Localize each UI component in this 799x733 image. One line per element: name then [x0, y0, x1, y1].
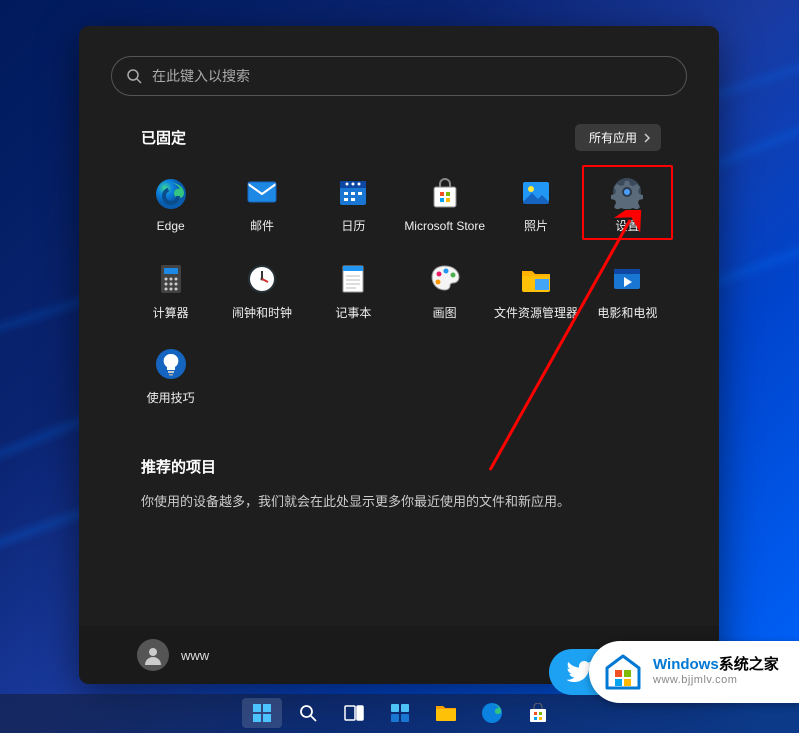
tile-file-explorer[interactable]: 文件资源管理器: [490, 254, 581, 325]
recommended-section: 推荐的项目 你使用的设备越多，我们就会在此处显示更多你最近使用的文件和新应用。: [141, 456, 657, 510]
watermark-title: Windows系统之家: [653, 656, 779, 674]
tile-movies-tv[interactable]: 电影和电视: [582, 254, 673, 325]
watermark-url: www.bjjmlv.com: [653, 674, 779, 687]
store-icon: [428, 177, 462, 211]
calendar-icon: [336, 175, 370, 209]
tile-microsoft-store[interactable]: Microsoft Store: [399, 165, 490, 240]
widgets-icon: [390, 703, 410, 723]
user-account-button[interactable]: www: [137, 639, 209, 671]
edge-icon: [154, 177, 188, 211]
pinned-title: 已固定: [141, 127, 186, 148]
tile-calculator[interactable]: 计算器: [125, 254, 216, 325]
windows-icon: [252, 703, 272, 723]
pinned-header: 已固定 所有应用: [141, 124, 661, 151]
paint-icon: [428, 262, 462, 296]
avatar: [137, 639, 169, 671]
tips-icon: [154, 347, 188, 381]
edge-icon: [481, 702, 503, 724]
recommended-text: 你使用的设备越多，我们就会在此处显示更多你最近使用的文件和新应用。: [141, 491, 657, 510]
tile-mail[interactable]: 邮件: [216, 165, 307, 240]
start-menu: 已固定 所有应用 Edge 邮件 日历: [79, 26, 719, 684]
watermark-logo-icon: [601, 650, 645, 694]
all-apps-button[interactable]: 所有应用: [575, 124, 661, 151]
search-icon: [126, 68, 142, 84]
taskview-icon: [344, 705, 364, 721]
tile-paint[interactable]: 画图: [399, 254, 490, 325]
taskbar-taskview[interactable]: [334, 698, 374, 728]
calculator-icon: [154, 262, 188, 296]
folder-icon: [519, 262, 553, 296]
tile-calendar[interactable]: 日历: [308, 165, 399, 240]
folder-icon: [435, 704, 457, 722]
taskbar-widgets[interactable]: [380, 698, 420, 728]
tile-edge[interactable]: Edge: [125, 165, 216, 240]
watermark: Windows系统之家 www.bjjmlv.com: [589, 641, 799, 703]
clock-icon: [245, 262, 279, 296]
tile-settings[interactable]: 设置: [582, 165, 673, 240]
taskbar-search[interactable]: [288, 698, 328, 728]
tile-clock[interactable]: 闹钟和时钟: [216, 254, 307, 325]
username: www: [181, 648, 209, 663]
mail-icon: [245, 175, 279, 209]
tile-notepad[interactable]: 记事本: [308, 254, 399, 325]
search-box[interactable]: [111, 56, 687, 96]
pinned-grid: Edge 邮件 日历 Microsoft Store 照片: [125, 165, 673, 410]
notepad-icon: [336, 262, 370, 296]
search-input[interactable]: [152, 68, 672, 84]
taskbar-edge[interactable]: [472, 698, 512, 728]
store-icon: [528, 703, 548, 723]
taskbar-start[interactable]: [242, 698, 282, 728]
search-icon: [299, 704, 317, 722]
taskbar-store[interactable]: [518, 698, 558, 728]
tile-photos[interactable]: 照片: [490, 165, 581, 240]
movies-icon: [610, 262, 644, 296]
gear-icon: [610, 175, 644, 209]
tile-tips[interactable]: 使用技巧: [125, 339, 216, 410]
all-apps-label: 所有应用: [589, 129, 637, 146]
photos-icon: [519, 175, 553, 209]
taskbar-explorer[interactable]: [426, 698, 466, 728]
recommended-title: 推荐的项目: [141, 456, 657, 477]
chevron-right-icon: [643, 133, 651, 143]
